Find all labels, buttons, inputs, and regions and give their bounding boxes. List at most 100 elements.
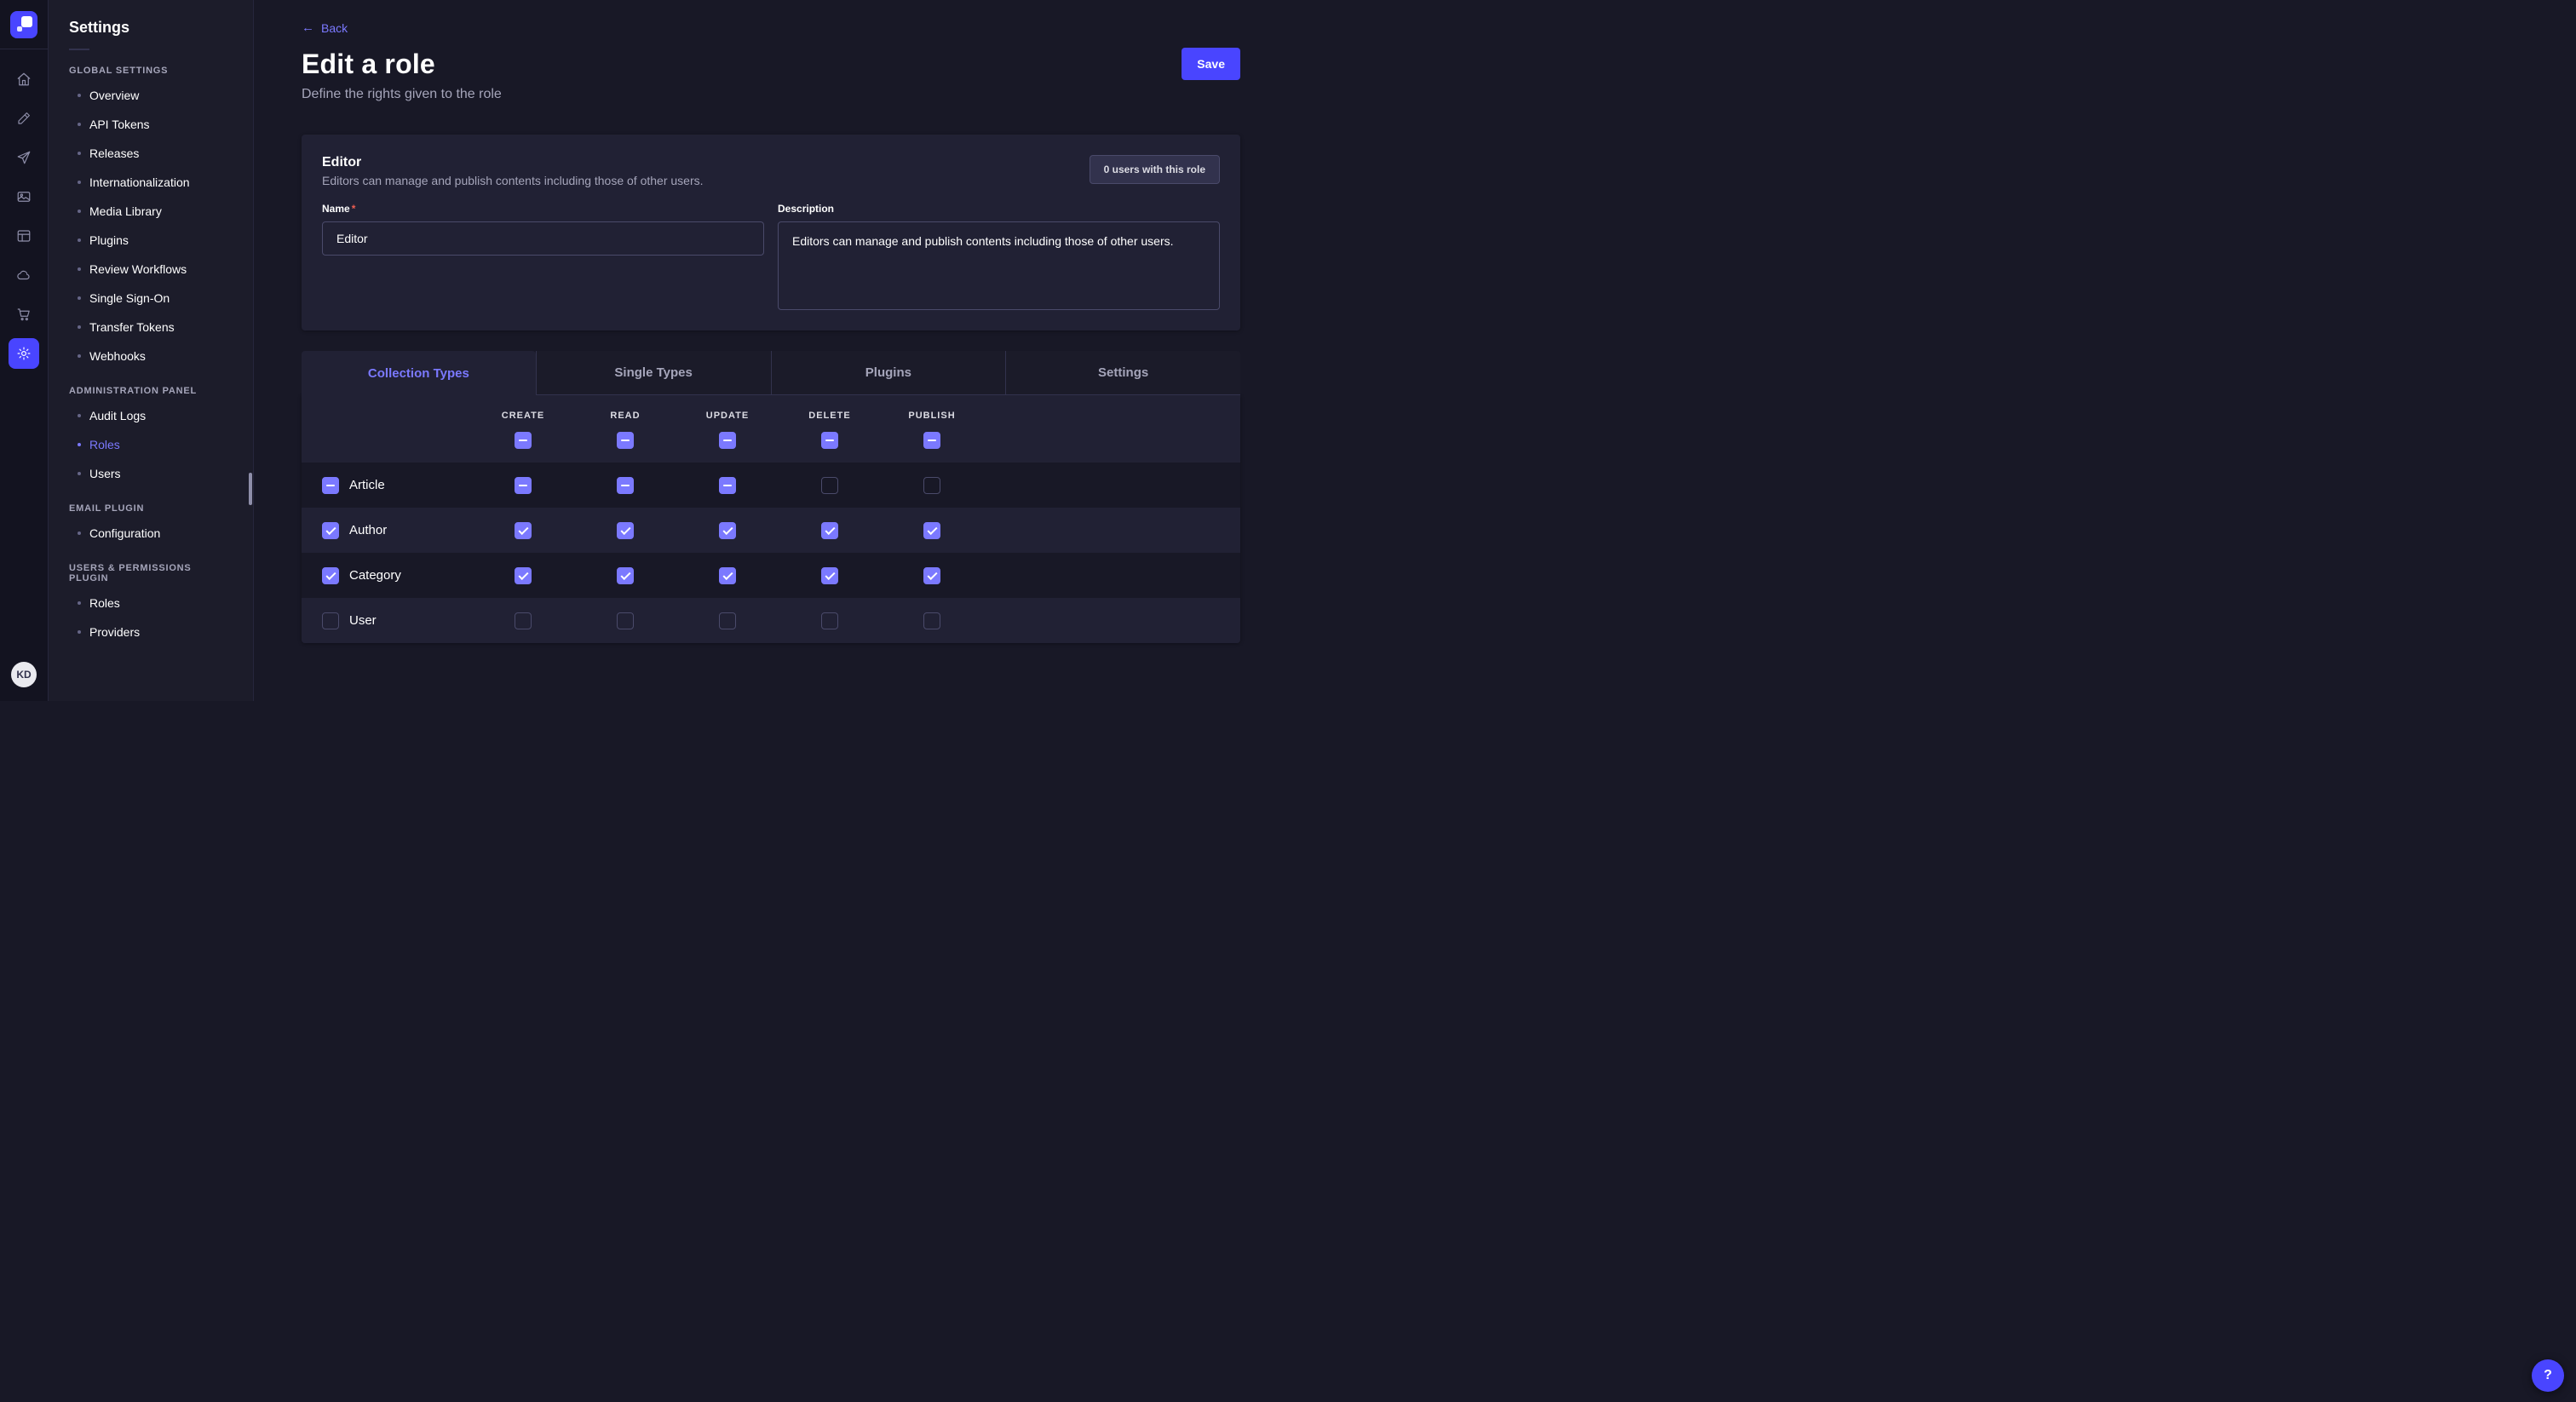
role-description-input[interactable] [778, 221, 1220, 310]
tab-plugins[interactable]: Plugins [771, 351, 1006, 395]
role-card-heading-group: Editor Editors can manage and publish co… [322, 155, 704, 187]
select-all-delete-checkbox[interactable] [821, 432, 838, 449]
permissions-rows: Article Author [302, 463, 1240, 643]
sidebar-item-label: Audit Logs [89, 409, 146, 422]
user-avatar[interactable]: KD [11, 662, 37, 687]
row-name: Category [349, 568, 401, 583]
role-name-input[interactable] [322, 221, 764, 256]
user-read-checkbox[interactable] [617, 612, 634, 629]
sidebar-item-internationalization[interactable]: Internationalization [49, 168, 253, 197]
section-header-users-permissions-plugin: USERS & PERMISSIONS PLUGIN [69, 563, 233, 583]
sidebar-item-transfer-tokens[interactable]: Transfer Tokens [49, 313, 253, 342]
role-card-subtitle: Editors can manage and publish contents … [322, 174, 704, 187]
sidebar-item-label: Single Sign-On [89, 291, 170, 305]
select-all-create-checkbox[interactable] [515, 432, 532, 449]
bullet-icon [78, 267, 81, 271]
nav-media-library-button[interactable] [9, 181, 39, 212]
pen-icon [16, 111, 32, 126]
sidebar-item-label: Providers [89, 625, 140, 639]
article-publish-checkbox[interactable] [923, 477, 940, 494]
save-button[interactable]: Save [1182, 48, 1240, 80]
sidebar-item-single-sign-on[interactable]: Single Sign-On [49, 284, 253, 313]
user-publish-checkbox[interactable] [923, 612, 940, 629]
name-label: Name* [322, 203, 764, 215]
user-create-checkbox[interactable] [515, 612, 532, 629]
user-row-checkbox[interactable] [322, 612, 339, 629]
select-all-publish-checkbox[interactable] [923, 432, 940, 449]
row-label-user: User [302, 612, 472, 629]
role-form: Name* Description [322, 203, 1220, 310]
category-create-checkbox[interactable] [515, 567, 532, 584]
cell [574, 477, 676, 494]
bullet-icon [78, 94, 81, 97]
sidebar-item-label: Internationalization [89, 175, 190, 189]
required-asterisk: * [352, 203, 356, 215]
column-header-publish: PUBLISH [908, 411, 955, 421]
user-update-checkbox[interactable] [719, 612, 736, 629]
select-all-update-checkbox[interactable] [719, 432, 736, 449]
author-create-checkbox[interactable] [515, 522, 532, 539]
section-header-administration-panel: ADMINISTRATION PANEL [69, 386, 233, 396]
row-label-category: Category [302, 567, 472, 584]
select-all-read-checkbox[interactable] [617, 432, 634, 449]
nav-releases-button[interactable] [9, 142, 39, 173]
sidebar-item-api-tokens[interactable]: API Tokens [49, 110, 253, 139]
sidebar-item-roles[interactable]: Roles [49, 430, 253, 459]
sidebar-item-up-roles[interactable]: Roles [49, 589, 253, 618]
category-row-checkbox[interactable] [322, 567, 339, 584]
tab-settings[interactable]: Settings [1005, 351, 1240, 395]
nav-content-manager-button[interactable] [9, 221, 39, 251]
author-row-checkbox[interactable] [322, 522, 339, 539]
category-read-checkbox[interactable] [617, 567, 634, 584]
cell [779, 612, 881, 629]
user-delete-checkbox[interactable] [821, 612, 838, 629]
sidebar-item-media-library[interactable]: Media Library [49, 197, 253, 226]
sidebar-item-configuration[interactable]: Configuration [49, 519, 253, 548]
tab-collection-types[interactable]: Collection Types [302, 351, 536, 395]
article-create-checkbox[interactable] [515, 477, 532, 494]
nav-home-button[interactable] [9, 64, 39, 95]
layout-icon [16, 228, 32, 244]
article-read-checkbox[interactable] [617, 477, 634, 494]
sidebar-item-label: Plugins [89, 233, 129, 247]
category-publish-checkbox[interactable] [923, 567, 940, 584]
category-delete-checkbox[interactable] [821, 567, 838, 584]
author-read-checkbox[interactable] [617, 522, 634, 539]
nav-settings-button[interactable] [9, 338, 39, 369]
author-publish-checkbox[interactable] [923, 522, 940, 539]
nav-cloud-button[interactable] [9, 260, 39, 290]
article-delete-checkbox[interactable] [821, 477, 838, 494]
sidebar-item-audit-logs[interactable]: Audit Logs [49, 401, 253, 430]
bullet-icon [78, 531, 81, 535]
name-label-text: Name [322, 203, 350, 215]
tab-single-types[interactable]: Single Types [536, 351, 771, 395]
sidebar-scrollbar-thumb[interactable] [249, 473, 252, 505]
sidebar-item-users[interactable]: Users [49, 459, 253, 488]
paper-plane-icon [16, 150, 32, 165]
users-with-role-badge[interactable]: 0 users with this role [1090, 155, 1220, 184]
help-button[interactable]: ? [2532, 1359, 2564, 1392]
category-update-checkbox[interactable] [719, 567, 736, 584]
sidebar-item-overview[interactable]: Overview [49, 81, 253, 110]
author-update-checkbox[interactable] [719, 522, 736, 539]
sidebar-item-webhooks[interactable]: Webhooks [49, 342, 253, 371]
bullet-icon [78, 152, 81, 155]
cell [676, 612, 779, 629]
sidebar-item-label: API Tokens [89, 118, 150, 131]
article-update-checkbox[interactable] [719, 477, 736, 494]
sidebar-item-providers[interactable]: Providers [49, 618, 253, 646]
cell [779, 522, 881, 539]
article-row-checkbox[interactable] [322, 477, 339, 494]
sidebar-item-plugins[interactable]: Plugins [49, 226, 253, 255]
strapi-logo[interactable] [10, 11, 37, 38]
cell [472, 567, 574, 584]
bullet-icon [78, 443, 81, 446]
permission-row-user: User [302, 598, 1240, 643]
author-delete-checkbox[interactable] [821, 522, 838, 539]
sidebar-item-review-workflows[interactable]: Review Workflows [49, 255, 253, 284]
back-link[interactable]: ← Back [302, 21, 348, 35]
nav-marketplace-button[interactable] [9, 299, 39, 330]
description-label: Description [778, 203, 1220, 215]
sidebar-item-releases[interactable]: Releases [49, 139, 253, 168]
nav-content-type-builder-button[interactable] [9, 103, 39, 134]
